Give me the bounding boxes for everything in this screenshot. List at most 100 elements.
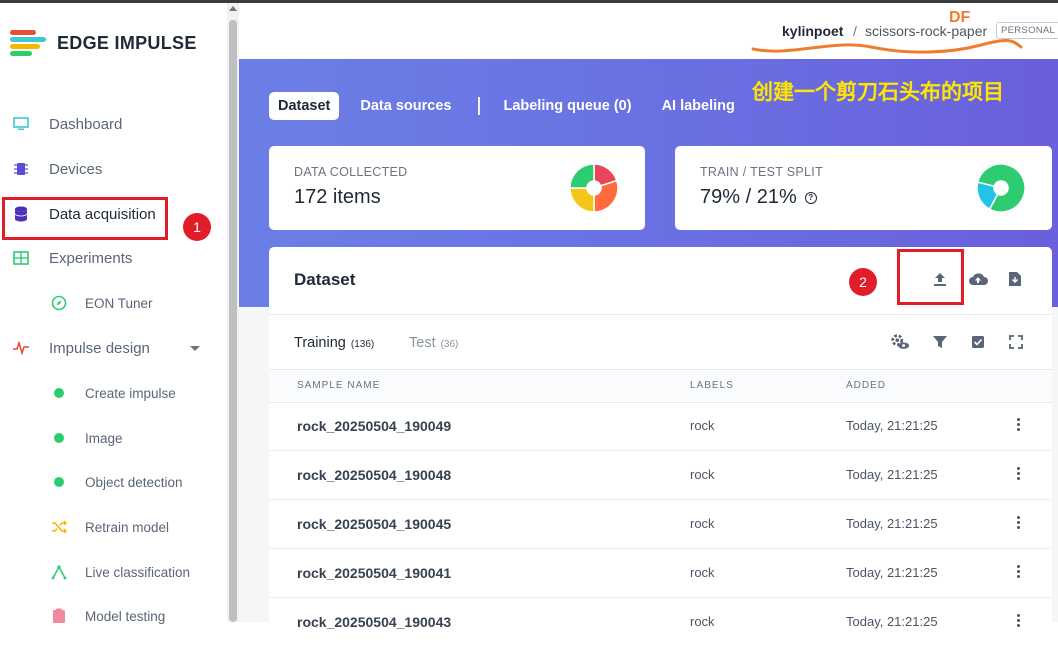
label-distribution-slice-3	[569, 163, 595, 189]
sidebar-item-label: Image	[85, 430, 123, 446]
annotation-step-2: 2	[849, 268, 877, 296]
sample-name[interactable]: rock_20250504_190041	[297, 565, 451, 581]
sidebar-item-label: Retrain model	[85, 519, 170, 535]
pulse-icon	[12, 339, 30, 357]
sidebar-item-eon-tuner[interactable]: EON Tuner	[0, 286, 227, 320]
shuffle-icon	[50, 518, 68, 536]
label-distribution-chart	[569, 163, 619, 213]
chevron-down-icon[interactable]	[190, 345, 200, 351]
tab-labeling-queue[interactable]: Labeling queue (0)	[494, 92, 640, 120]
annotation-note: 创建一个剪刀石头布的项目	[752, 81, 1004, 104]
dataset-panel: Dataset 2 Training (136) Test (36) SAMPLE …	[269, 247, 1052, 630]
more-vertical-icon[interactable]	[1015, 613, 1021, 629]
sample-name[interactable]: rock_20250504_190043	[297, 614, 451, 630]
expand-icon[interactable]	[1006, 332, 1026, 352]
select-checkbox-icon[interactable]	[968, 332, 988, 352]
annotation-box	[897, 249, 964, 305]
sidebar-item-dashboard[interactable]: Dashboard	[0, 107, 227, 141]
table-row[interactable]: rock_20250504_190048 rock Today, 21:21:2…	[269, 451, 1052, 500]
sidebar-item-object-detection[interactable]: Object detection	[0, 465, 227, 499]
sample-label: rock	[690, 418, 715, 433]
sidebar-item-label: Create impulse	[85, 385, 176, 401]
more-vertical-icon[interactable]	[1015, 417, 1021, 433]
sample-added: Today, 21:21:25	[846, 565, 938, 580]
sample-label: rock	[690, 565, 715, 580]
table-icon	[12, 249, 30, 267]
sidebar-item-retrain-model[interactable]: Retrain model	[0, 510, 227, 544]
scroll-up-arrow-icon[interactable]	[229, 6, 237, 11]
tab-data-sources[interactable]: Data sources	[351, 92, 460, 120]
tab-divider	[478, 97, 481, 115]
table-header	[269, 370, 1052, 402]
subtab-count: (136)	[350, 339, 375, 350]
sidebar-item-live-classification[interactable]: Live classification	[0, 555, 227, 589]
sidebar-item-image[interactable]: Image	[0, 421, 227, 455]
sidebar-item-label: Dashboard	[49, 115, 123, 133]
sidebar-item-devices[interactable]: Devices	[0, 152, 227, 186]
sample-name[interactable]: rock_20250504_190045	[297, 516, 451, 532]
sidebar-item-create-impulse[interactable]: Create impulse	[0, 376, 227, 410]
sidebar-item-label: Devices	[49, 160, 103, 178]
dot-icon	[50, 429, 68, 447]
sidebar-item-model-testing[interactable]: Model testing	[0, 599, 227, 633]
subtab-label: Training	[294, 335, 346, 351]
dot-icon	[50, 473, 68, 491]
more-vertical-icon[interactable]	[1015, 564, 1021, 580]
sidebar-item-label: Object detection	[85, 474, 183, 490]
card-label: DATA COLLECTED	[294, 165, 408, 179]
sample-added: Today, 21:21:25	[846, 516, 938, 531]
tab-dataset[interactable]: Dataset	[269, 92, 340, 120]
panel-title: Dataset	[294, 270, 356, 289]
subtab-count: (36)	[440, 339, 459, 350]
filter-icon[interactable]	[930, 332, 950, 352]
tab-ai-labeling[interactable]: AI labeling	[653, 92, 744, 120]
subtab-label: Test	[409, 335, 436, 351]
logo[interactable]: EDGE IMPULSE	[10, 29, 197, 57]
table-row[interactable]: rock_20250504_190045 rock Today, 21:21:2…	[269, 500, 1052, 549]
chip-icon	[12, 160, 30, 178]
more-vertical-icon[interactable]	[1015, 515, 1021, 531]
sample-label: rock	[690, 516, 715, 531]
card-label: TRAIN / TEST SPLIT	[700, 165, 824, 179]
split-value: 79% / 21%	[700, 186, 797, 208]
sample-label: rock	[690, 467, 715, 482]
more-vertical-icon[interactable]	[1015, 466, 1021, 482]
divider	[269, 369, 1052, 370]
sidebar-item-label: Experiments	[49, 249, 133, 267]
table-row[interactable]: rock_20250504_190049 rock Today, 21:21:2…	[269, 402, 1052, 451]
label-distribution-slice-2	[569, 187, 595, 213]
table-row[interactable]: rock_20250504_190041 rock Today, 21:21:2…	[269, 549, 1052, 598]
annotation-step-1: 1	[183, 213, 211, 241]
train-test-split-card: TRAIN / TEST SPLIT 79% / 21%?	[675, 146, 1052, 230]
sidebar-item-impulse-design[interactable]: Impulse design	[0, 331, 227, 365]
edge-impulse-logo-icon	[10, 29, 46, 57]
column-header-labels[interactable]: LABELS	[690, 380, 734, 391]
help-icon[interactable]: ?	[804, 191, 817, 204]
tab-test[interactable]: Test (36)	[409, 335, 458, 351]
export-icon[interactable]	[1005, 269, 1025, 289]
label-distribution-slice-1	[593, 179, 619, 213]
sidebar-item-label: Impulse design	[49, 339, 150, 357]
signal-icon	[50, 563, 68, 581]
sidebar-item-label: EON Tuner	[85, 295, 153, 311]
settings-view-icon[interactable]	[890, 332, 910, 352]
sample-name[interactable]: rock_20250504_190048	[297, 467, 451, 483]
compass-icon	[50, 294, 68, 312]
table-row[interactable]: rock_20250504_190043 rock Today, 21:21:2…	[269, 598, 1052, 647]
split-chart	[976, 163, 1026, 213]
sidebar-item-label: Live classification	[85, 564, 191, 580]
column-header-added[interactable]: ADDED	[846, 380, 886, 391]
tab-training[interactable]: Training (136)	[294, 335, 374, 351]
annotation-box	[2, 197, 168, 240]
dot-icon	[50, 384, 68, 402]
top-bar: kylinpoet / scissors-rock-paper PERSONAL…	[239, 3, 1058, 59]
watermark-text: DF	[949, 9, 971, 26]
annotation-scribble	[751, 39, 1023, 54]
sidebar: EDGE IMPULSE Dashboard Devices Data acqu…	[0, 3, 227, 624]
sidebar-scroll-thumb[interactable]	[229, 20, 237, 622]
cloud-upload-icon[interactable]	[968, 269, 988, 289]
sample-name[interactable]: rock_20250504_190049	[297, 418, 451, 434]
sidebar-item-experiments[interactable]: Experiments	[0, 241, 227, 275]
monitor-icon	[12, 115, 30, 133]
column-header-sample-name[interactable]: SAMPLE NAME	[297, 380, 380, 391]
